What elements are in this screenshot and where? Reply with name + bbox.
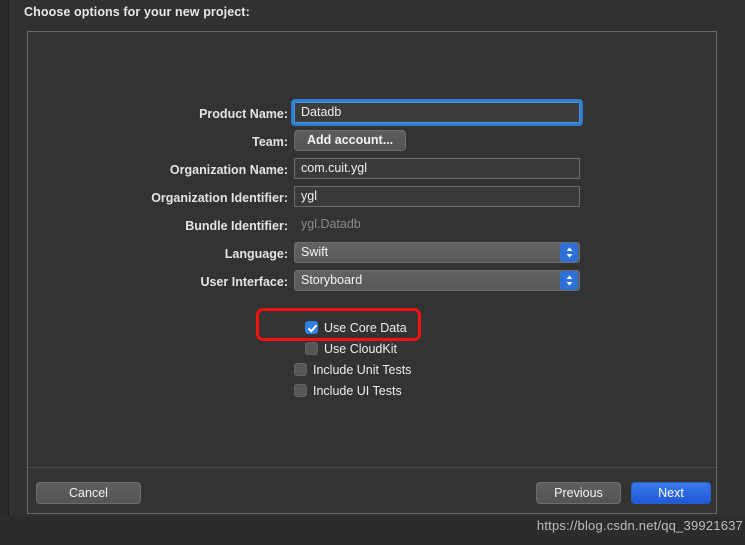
user-interface-select[interactable]: Storyboard — [294, 270, 580, 291]
organization-identifier-input[interactable]: ygl — [294, 186, 580, 207]
chevron-updown-icon[interactable] — [560, 243, 578, 262]
options-panel: Product Name: Datadb Team: Add account..… — [27, 31, 717, 514]
form-row-organization-identifier: Organization Identifier: ygl — [28, 186, 716, 214]
checkbox-row-use-cloudkit[interactable]: Use CloudKit — [28, 338, 716, 359]
previous-button[interactable]: Previous — [536, 482, 621, 504]
product-name-input[interactable]: Datadb — [291, 99, 583, 126]
user-interface-select-value: Storyboard — [301, 273, 363, 287]
panel-divider — [28, 467, 716, 468]
form-row-language: Language: Swift — [28, 242, 716, 270]
next-button[interactable]: Next — [631, 482, 711, 504]
language-select-value: Swift — [301, 245, 329, 259]
cancel-button[interactable]: Cancel — [36, 482, 141, 504]
checkbox-row-include-unit-tests[interactable]: Include Unit Tests — [28, 359, 716, 380]
label-team: Team: — [252, 135, 288, 149]
form-row-product-name: Product Name: Datadb — [28, 99, 716, 130]
checkbox-include-unit-tests[interactable] — [294, 363, 307, 376]
checkbox-label-use-cloudkit: Use CloudKit — [324, 341, 397, 356]
project-options-checkboxes: Use Core Data Use CloudKit Include Unit … — [28, 317, 716, 401]
label-language: Language: — [224, 247, 288, 261]
label-product-name: Product Name: — [199, 107, 288, 121]
checkbox-use-cloudkit[interactable] — [305, 342, 318, 355]
label-organization-name: Organization Name: — [169, 163, 288, 177]
label-bundle-identifier: Bundle Identifier: — [185, 219, 288, 233]
form-row-team: Team: Add account... — [28, 130, 716, 158]
bundle-identifier-value: ygl.Datadb — [301, 217, 361, 231]
project-options-dialog: Choose options for your new project: Pro… — [0, 0, 745, 545]
language-select[interactable]: Swift — [294, 242, 580, 263]
checkbox-label-use-core-data: Use Core Data — [324, 320, 407, 335]
dialog-title: Choose options for your new project: — [24, 5, 250, 19]
checkbox-include-ui-tests[interactable] — [294, 384, 307, 397]
label-organization-identifier: Organization Identifier: — [151, 191, 288, 205]
checkbox-row-use-core-data[interactable]: Use Core Data — [28, 317, 716, 338]
organization-name-input[interactable]: com.cuit.ygl — [294, 158, 580, 179]
label-user-interface: User Interface: — [200, 275, 288, 289]
form-row-bundle-identifier: Bundle Identifier: ygl.Datadb — [28, 214, 716, 242]
checkbox-label-include-ui-tests: Include UI Tests — [313, 383, 402, 398]
checkbox-label-include-unit-tests: Include Unit Tests — [313, 362, 412, 377]
checkbox-use-core-data[interactable] — [305, 321, 318, 334]
chevron-updown-icon[interactable] — [560, 271, 578, 290]
form-row-organization-name: Organization Name: com.cuit.ygl — [28, 158, 716, 186]
add-account-button[interactable]: Add account... — [294, 130, 407, 151]
form-row-user-interface: User Interface: Storyboard — [28, 270, 716, 298]
project-options-form: Product Name: Datadb Team: Add account..… — [28, 99, 716, 298]
checkbox-row-include-ui-tests[interactable]: Include UI Tests — [28, 380, 716, 401]
window-left-edge — [0, 0, 9, 545]
watermark-text: https://blog.csdn.net/qq_39921637 — [536, 518, 743, 533]
